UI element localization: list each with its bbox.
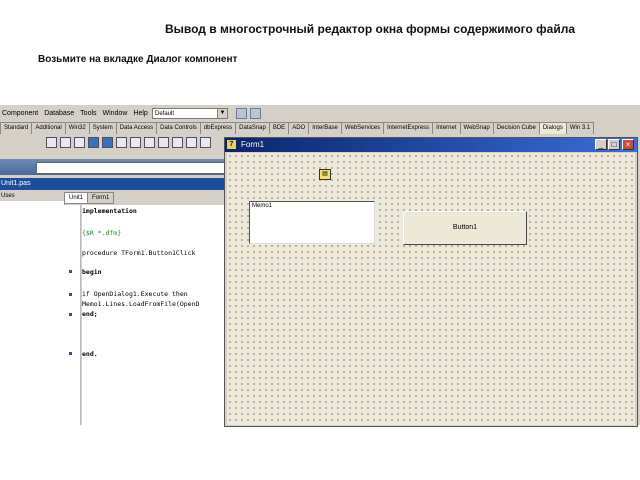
menu-database[interactable]: Database bbox=[44, 110, 74, 117]
printer-setup-dialog-icon[interactable] bbox=[158, 136, 169, 148]
editor-gutter bbox=[64, 205, 81, 425]
button1[interactable]: Button1 bbox=[403, 211, 527, 245]
minimize-button[interactable]: _ bbox=[595, 139, 607, 150]
menu-help[interactable]: Help bbox=[133, 110, 147, 117]
menu-component[interactable]: Component bbox=[2, 110, 38, 117]
tab-ado[interactable]: ADO bbox=[288, 122, 310, 134]
maximize-button[interactable]: □ bbox=[608, 139, 620, 150]
tab-webservices[interactable]: WebServices bbox=[340, 122, 385, 134]
component-palette-tabs: Standard Additional Win32 System Data Ac… bbox=[0, 122, 640, 134]
breakpoint-dot[interactable] bbox=[69, 293, 72, 296]
tab-standard[interactable]: Standard bbox=[0, 122, 33, 134]
layout-combo[interactable]: Default ▼ bbox=[152, 108, 228, 119]
replace-dialog-icon[interactable] bbox=[186, 136, 197, 148]
open-dialog-icon[interactable] bbox=[60, 136, 71, 148]
form1-window: 7 Form1 _ □ × ▤ Memo1 Button1 bbox=[224, 137, 638, 427]
close-button[interactable]: × bbox=[622, 139, 634, 150]
tab-websnap[interactable]: WebSnap bbox=[459, 122, 494, 134]
tab-decision-cube[interactable]: Decision Cube bbox=[492, 122, 540, 134]
open-dialog-component-icon[interactable]: ▤ bbox=[319, 169, 331, 180]
tab-internetexpress[interactable]: InternetExpress bbox=[383, 122, 434, 134]
tab-win31[interactable]: Win 3.1 bbox=[565, 122, 595, 134]
code-line: begin bbox=[82, 268, 102, 276]
tab-data-access[interactable]: Data Access bbox=[115, 122, 158, 134]
tab-data-controls[interactable]: Data Controls bbox=[156, 122, 201, 134]
breakpoint-dot[interactable] bbox=[69, 313, 72, 316]
code-editor[interactable]: implementation {$R *.dfm} procedure TFor… bbox=[82, 205, 225, 425]
tab-win32[interactable]: Win32 bbox=[64, 122, 90, 134]
tab-datasnap[interactable]: DataSnap bbox=[235, 122, 270, 134]
tab-additional[interactable]: Additional bbox=[31, 122, 66, 134]
explorer-header: Uses bbox=[0, 192, 64, 201]
code-explorer: Uses bbox=[0, 192, 65, 425]
breakpoint-dot[interactable] bbox=[69, 270, 72, 273]
slide-title: Вывод в многострочный редактор окна форм… bbox=[164, 22, 576, 36]
tab-form1[interactable]: Form1 bbox=[87, 192, 115, 204]
pointer-icon[interactable] bbox=[46, 136, 57, 148]
editor-tabs: Unit1 Form1 bbox=[64, 192, 225, 204]
menu-tools[interactable]: Tools bbox=[80, 110, 96, 117]
code-line: if OpenDialog1.Execute then bbox=[82, 290, 188, 298]
tab-unit1[interactable]: Unit1 bbox=[64, 192, 89, 204]
code-line: implementation bbox=[82, 207, 137, 215]
print-dialog-icon[interactable] bbox=[144, 136, 155, 148]
form-title-bar[interactable]: 7 Form1 _ □ × bbox=[225, 138, 637, 152]
code-line: {$R *.dfm} bbox=[82, 229, 122, 237]
code-line: end; bbox=[82, 310, 98, 318]
save-desktop-icon[interactable] bbox=[236, 108, 247, 119]
form-design-grid[interactable]: ▤ Memo1 Button1 bbox=[227, 153, 635, 425]
font-dialog-icon[interactable] bbox=[116, 136, 127, 148]
save-picture-dialog-icon[interactable] bbox=[102, 136, 113, 148]
object-inspector-bar bbox=[0, 159, 227, 175]
color-dialog-icon[interactable] bbox=[130, 136, 141, 148]
open-picture-dialog-icon[interactable] bbox=[88, 136, 99, 148]
slide-subtitle: Возьмите на вкладке Диалог компонент bbox=[38, 54, 238, 65]
find-dialog-icon[interactable] bbox=[172, 136, 183, 148]
code-line: Memo1.Lines.LoadFromFile(OpenD bbox=[82, 300, 200, 308]
breakpoint-dot[interactable] bbox=[69, 352, 72, 355]
toolbar-icons bbox=[236, 108, 261, 119]
tab-interbase[interactable]: InterBase bbox=[308, 122, 342, 134]
chevron-down-icon[interactable]: ▼ bbox=[217, 109, 227, 118]
dialogs-palette bbox=[0, 134, 225, 150]
code-line: procedure TForm1.Button1Click bbox=[82, 249, 196, 257]
form-caption: Form1 bbox=[241, 140, 265, 149]
tab-bde[interactable]: BDE bbox=[268, 122, 290, 134]
save-dialog-icon[interactable] bbox=[74, 136, 85, 148]
tab-dbexpress[interactable]: dbExpress bbox=[199, 122, 237, 134]
delphi-form-icon: 7 bbox=[227, 140, 236, 149]
tab-system[interactable]: System bbox=[88, 122, 117, 134]
menu-window[interactable]: Window bbox=[103, 110, 128, 117]
set-debug-desktop-icon[interactable] bbox=[250, 108, 261, 119]
page-setup-dialog-icon[interactable] bbox=[200, 136, 211, 148]
tab-dialogs[interactable]: Dialogs bbox=[538, 122, 567, 134]
tab-internet[interactable]: Internet bbox=[432, 122, 461, 134]
object-selector-input[interactable] bbox=[36, 162, 227, 174]
code-line: end. bbox=[82, 350, 98, 358]
memo1[interactable]: Memo1 bbox=[249, 201, 375, 244]
editor-title-bar: Unit1.pas bbox=[0, 178, 226, 190]
